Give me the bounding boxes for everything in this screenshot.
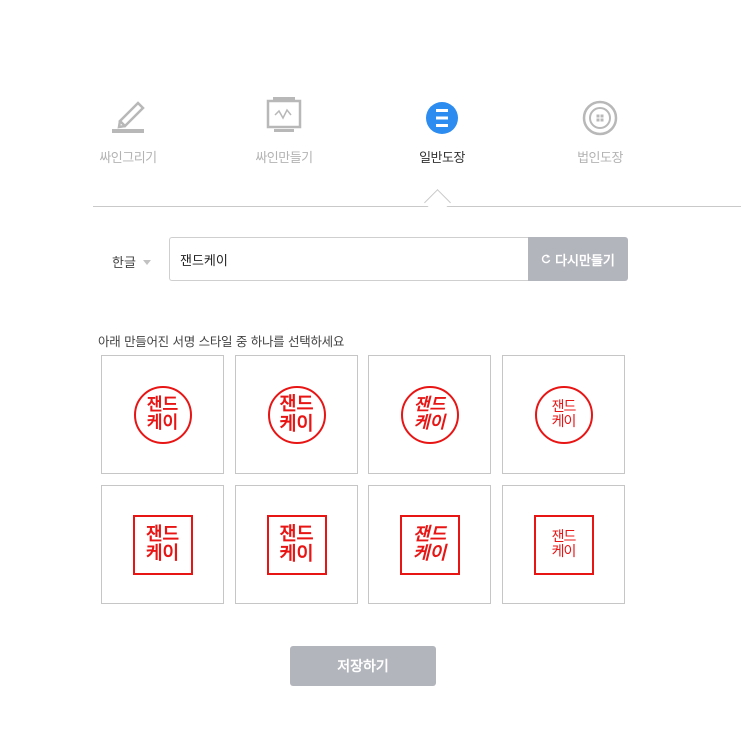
- active-tab-indicator: [424, 189, 451, 216]
- save-button[interactable]: 저장하기: [290, 646, 436, 686]
- square-stamp: 잰드 케이: [132, 514, 193, 575]
- corporate-seal-icon: [582, 100, 618, 136]
- stamp-line: 케이: [146, 412, 179, 433]
- stamp-option[interactable]: 잰드 케이: [235, 485, 358, 604]
- tab-divider: [93, 206, 741, 207]
- stamp-line: 잰드: [412, 523, 447, 545]
- name-input[interactable]: [169, 237, 529, 281]
- tab-label: 일반도장: [419, 151, 465, 166]
- circle-stamp: 잰드 케이: [400, 385, 459, 444]
- language-selected: 한글: [112, 256, 136, 271]
- stamp-line: 잰드: [145, 523, 180, 545]
- tab-corporate-stamp[interactable]: 법인도장: [545, 96, 655, 166]
- stamp-option[interactable]: 잰드 케이: [368, 485, 491, 604]
- pen-draw-icon: [112, 101, 145, 133]
- circle-stamp: 잰드 케이: [133, 385, 192, 444]
- stamp-option[interactable]: 잰드 케이: [235, 355, 358, 474]
- circle-stamp: 잰드 케이: [267, 385, 326, 444]
- stamp-line: 케이: [551, 543, 577, 560]
- stamp-line: 케이: [412, 542, 447, 564]
- stamp-line: 잰드: [279, 394, 314, 416]
- sign-type-tabs: 싸인그리기 싸인만들기 일반도장 법인도장: [75, 96, 675, 176]
- tab-label: 법인도장: [577, 151, 623, 166]
- stamp-line: 잰드: [551, 528, 577, 545]
- stamp-line: 잰드: [279, 524, 314, 546]
- stamp-line: 잰드: [413, 394, 446, 415]
- stamp-line: 케이: [145, 542, 180, 564]
- stamp-option[interactable]: 잰드 케이: [101, 355, 224, 474]
- caret-down-icon: [142, 260, 151, 265]
- stamp-option[interactable]: 잰드 케이: [101, 485, 224, 604]
- tab-make-sign[interactable]: 싸인만들기: [229, 96, 339, 166]
- refresh-icon: [541, 254, 551, 264]
- stamp-option[interactable]: 잰드 케이: [368, 355, 491, 474]
- square-stamp: 잰드 케이: [266, 514, 327, 575]
- regenerate-button[interactable]: 다시만들기: [528, 237, 628, 281]
- stamp-option[interactable]: 잰드 케이: [502, 355, 625, 474]
- stamp-line: 케이: [279, 413, 314, 435]
- stamp-line: 케이: [551, 413, 577, 430]
- stamp-line: 잰드: [146, 394, 179, 415]
- regenerate-label: 다시만들기: [555, 253, 615, 269]
- square-stamp: 잰드 케이: [399, 514, 460, 575]
- monitor-sign-icon: [266, 97, 302, 132]
- square-stamp: 잰드 케이: [533, 514, 594, 575]
- stamp-option[interactable]: 잰드 케이: [502, 485, 625, 604]
- circle-stamp: 잰드 케이: [534, 385, 593, 444]
- stamp-line: 잰드: [551, 398, 577, 415]
- tab-general-stamp[interactable]: 일반도장: [387, 96, 497, 166]
- tab-label: 싸인만들기: [255, 151, 313, 166]
- instruction-text: 아래 만들어진 서명 스타일 중 하나를 선택하세요: [98, 334, 345, 349]
- stamp-line: 케이: [413, 412, 446, 433]
- stamp-line: 케이: [279, 543, 314, 565]
- stamp-bars-icon: [426, 102, 458, 134]
- tab-draw-sign[interactable]: 싸인그리기: [73, 96, 183, 166]
- tab-label: 싸인그리기: [99, 151, 157, 166]
- language-select[interactable]: 한글: [112, 252, 151, 271]
